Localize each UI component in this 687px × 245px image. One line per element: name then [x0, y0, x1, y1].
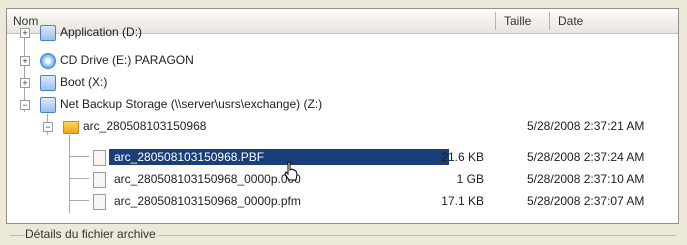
tree-item-label: arc_280508103150968_0000p.000	[114, 172, 301, 186]
tree-item-label: arc_280508103150968_0000p.pfm	[114, 194, 301, 208]
tree-row-selected[interactable]: arc_280508103150968.PBF 21.6 KB 5/28/200…	[7, 146, 678, 168]
collapse-toggle[interactable]: −	[43, 122, 53, 132]
tree-row[interactable]: − Net Backup Storage (\\server\usrs\exch…	[7, 93, 678, 115]
file-icon	[93, 194, 106, 210]
collapse-toggle[interactable]: −	[20, 100, 30, 110]
drive-icon	[40, 75, 56, 91]
tree-item-date: 5/28/2008 2:37:07 AM	[527, 194, 645, 208]
tree-row[interactable]: arc_280508103150968_0000p.pfm 17.1 KB 5/…	[7, 190, 678, 212]
network-drive-icon	[40, 97, 56, 113]
file-icon	[93, 172, 106, 188]
cd-drive-icon	[40, 53, 56, 69]
expand-toggle[interactable]: +	[20, 56, 30, 66]
tree-item-label: Net Backup Storage (\\server\usrs\exchan…	[60, 97, 323, 111]
tree-item-size: 17.1 KB	[441, 194, 484, 208]
tree-item-size: 1 GB	[456, 172, 484, 186]
tree-item-label: arc_280508103150968.PBF	[109, 149, 449, 165]
tree-row[interactable]: + Application (D:)	[7, 21, 678, 43]
tree-item-date: 5/28/2008 2:37:21 AM	[527, 119, 645, 133]
tree-item-size: 21.6 KB	[441, 150, 484, 164]
tree-row[interactable]: + CD Drive (E:) PARAGON	[7, 49, 678, 71]
tree-item-label: Boot (X:)	[60, 75, 108, 89]
file-icon	[93, 150, 106, 166]
archive-details-section: Détails du fichier archive	[6, 226, 676, 245]
tree-row[interactable]: + Boot (X:)	[7, 71, 678, 93]
archive-tree-panel: Nom Taille Date + Application (D:) + CD …	[6, 8, 679, 224]
tree-item-date: 5/28/2008 2:37:24 AM	[527, 150, 645, 164]
folder-icon	[63, 121, 79, 134]
tree-item-label: Application (D:)	[60, 25, 143, 39]
tree-item-label: CD Drive (E:) PARAGON	[60, 53, 194, 67]
expand-toggle[interactable]: +	[20, 78, 30, 88]
tree-row[interactable]: − arc_280508103150968 5/28/2008 2:37:21 …	[7, 115, 678, 137]
hand-cursor-icon	[284, 161, 298, 181]
archive-details-label[interactable]: Détails du fichier archive	[25, 226, 159, 242]
tree-item-date: 5/28/2008 2:37:10 AM	[527, 172, 645, 186]
tree-row[interactable]: arc_280508103150968_0000p.000 1 GB 5/28/…	[7, 168, 678, 190]
expand-toggle[interactable]: +	[20, 28, 30, 38]
drive-icon	[40, 25, 56, 41]
tree-item-label: arc_280508103150968	[83, 119, 207, 133]
